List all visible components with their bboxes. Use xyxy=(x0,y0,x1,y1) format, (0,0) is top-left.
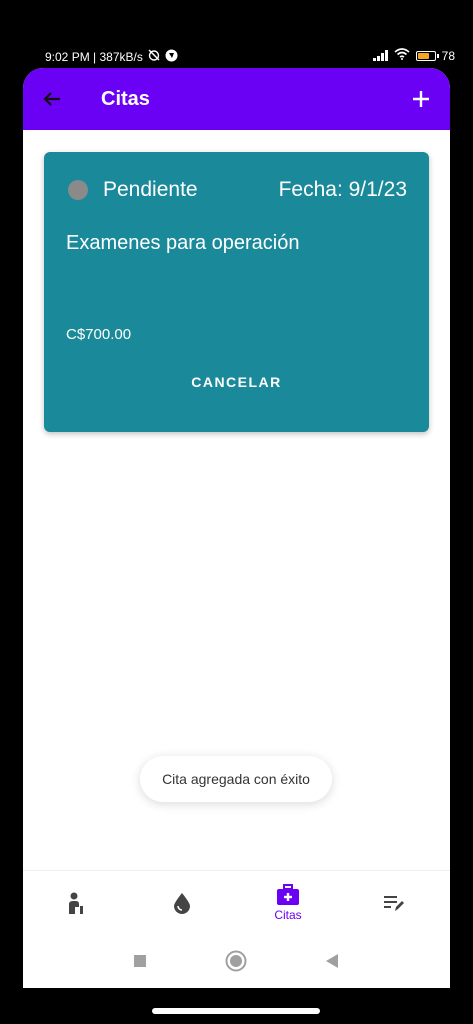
nav-item-blood[interactable] xyxy=(129,871,235,935)
signal-icon xyxy=(372,50,388,61)
nav-item-patient[interactable] xyxy=(23,871,129,935)
wifi-icon xyxy=(394,48,410,63)
add-appointment-button[interactable] xyxy=(406,84,436,114)
back-button[interactable] xyxy=(37,84,67,114)
status-left: 9:02 PM | 387kB/s xyxy=(45,48,178,65)
toast-message: Cita agregada con éxito xyxy=(140,756,332,802)
appointment-description: Examenes para operación xyxy=(66,232,300,254)
status-indicator-dot xyxy=(68,180,88,200)
nav-item-citas[interactable]: Citas xyxy=(235,871,341,935)
status-time-speed: 9:02 PM | 387kB/s xyxy=(45,49,143,64)
plus-icon xyxy=(413,91,429,107)
arrow-back-icon xyxy=(43,92,60,106)
recents-square-icon xyxy=(134,955,146,967)
recents-button[interactable] xyxy=(127,948,153,974)
patient-icon xyxy=(69,892,83,914)
app-bar: Citas xyxy=(23,68,450,130)
home-indicator[interactable] xyxy=(152,1008,320,1014)
toast-text: Cita agregada con éxito xyxy=(162,771,310,787)
back-triangle-icon xyxy=(326,954,338,968)
nav-item-notes[interactable] xyxy=(341,871,447,935)
alarm-off-icon xyxy=(147,48,161,65)
blood-drop-icon xyxy=(174,893,190,914)
system-back-button[interactable] xyxy=(319,948,345,974)
page-title: Citas xyxy=(101,88,150,110)
home-circle-icon xyxy=(225,950,247,972)
appointment-date: Fecha: 9/1/23 xyxy=(278,178,407,201)
edit-list-icon xyxy=(384,896,404,911)
app-notification-icon xyxy=(165,49,178,65)
battery-percent: 78 xyxy=(441,48,455,63)
system-navigation-bar xyxy=(23,934,450,988)
status-right: 78 xyxy=(372,48,455,63)
app-screen: Citas Pendiente Fecha: 9/1/23 Examenes p… xyxy=(23,68,450,988)
bottom-navigation: Citas xyxy=(23,870,450,935)
cancel-button[interactable]: CANCELAR xyxy=(44,374,429,390)
appointment-price: C$700.00 xyxy=(66,326,132,343)
battery-icon xyxy=(415,50,439,61)
medical-bag-icon xyxy=(277,884,299,905)
nav-label-citas: Citas xyxy=(274,908,302,922)
appointment-status: Pendiente xyxy=(103,178,198,201)
home-button[interactable] xyxy=(223,948,249,974)
appointment-card[interactable]: Pendiente Fecha: 9/1/23 Examenes para op… xyxy=(44,152,429,432)
